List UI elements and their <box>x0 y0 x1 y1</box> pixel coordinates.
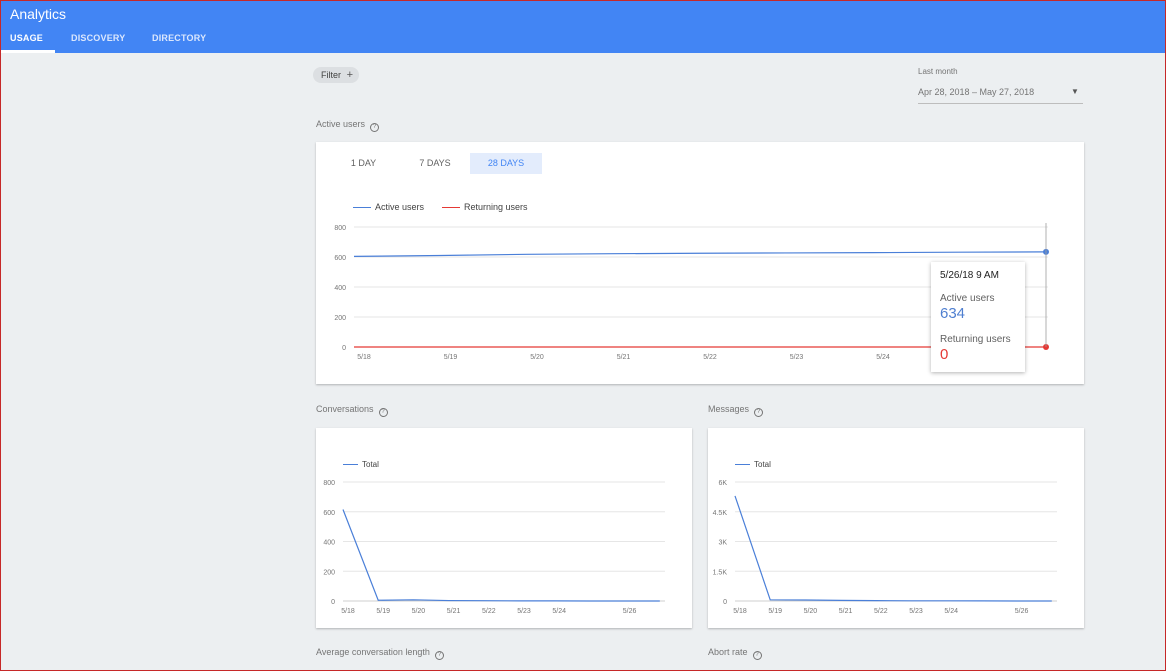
x-tick-label: 5/24 <box>876 354 890 361</box>
x-tick-label: 5/20 <box>804 608 818 615</box>
y-tick-label: 400 <box>323 540 335 547</box>
abort-rate-title: Abort rate <box>708 647 748 657</box>
y-tick-label: 3K <box>718 540 727 547</box>
x-tick-label: 5/23 <box>909 608 923 615</box>
tab-discovery[interactable]: DISCOVERY <box>71 33 125 53</box>
y-tick-label: 0 <box>342 345 346 352</box>
help-icon[interactable]: ? <box>754 408 764 417</box>
x-tick-label: 5/19 <box>444 354 458 361</box>
chart-tooltip: 5/26/18 9 AM Active users 634 Returning … <box>931 262 1025 372</box>
help-icon[interactable]: ? <box>434 651 444 660</box>
x-tick-label: 5/21 <box>447 608 461 615</box>
tooltip-active-value: 634 <box>940 305 966 322</box>
active-tab-indicator <box>0 50 55 53</box>
x-tick-label: 5/21 <box>617 354 631 361</box>
help-icon[interactable]: ? <box>378 408 388 417</box>
x-tick-label: 5/18 <box>341 608 355 615</box>
x-tick-label: 5/24 <box>944 608 958 615</box>
help-icon[interactable]: ? <box>752 651 762 660</box>
messages-card: Total 0 1.5K 3K 4.5K 6K 5/18 5/19 5/20 5/21 5/22 5… <box>708 428 1084 628</box>
series-line-primary <box>342 509 660 602</box>
y-tick-label: 800 <box>323 480 335 487</box>
x-tick-label: 5/20 <box>530 354 544 361</box>
x-tick-label: 5/24 <box>552 608 566 615</box>
plus-icon: + <box>346 69 353 81</box>
date-range-select[interactable]: Apr 28, 2018 – May 27, 2018 <box>918 87 1034 97</box>
x-tick-label: 5/23 <box>790 354 804 361</box>
y-tick-label: 0 <box>723 599 727 606</box>
y-tick-label: 600 <box>323 510 335 517</box>
x-tick-label: 5/22 <box>703 354 717 361</box>
y-tick-label: 200 <box>323 569 335 576</box>
filter-chip[interactable]: Filter + <box>313 67 359 83</box>
y-tick-label: 600 <box>334 255 346 262</box>
y-tick-label: 1.5K <box>713 569 728 576</box>
messages-section-title: Messages? <box>708 404 764 417</box>
tab-directory[interactable]: DIRECTORY <box>152 33 206 53</box>
messages-title: Messages <box>708 404 750 414</box>
x-tick-label: 5/26 <box>1015 608 1029 615</box>
x-tick-label: 5/18 <box>733 608 747 615</box>
tooltip-active-label: Active users <box>940 293 995 304</box>
tooltip-returning-label: Returning users <box>940 334 1011 345</box>
x-tick-label: 5/22 <box>482 608 496 615</box>
tooltip-date: 5/26/18 9 AM <box>940 270 999 281</box>
conversations-title: Conversations <box>316 404 374 414</box>
y-tick-label: 800 <box>334 225 346 232</box>
help-icon[interactable]: ? <box>370 123 380 132</box>
active-users-title: Active users <box>316 119 366 129</box>
conversations-section-title: Conversations? <box>316 404 388 417</box>
y-tick-label: 400 <box>334 285 346 292</box>
series-line-primary <box>353 251 1047 257</box>
x-tick-label: 5/26 <box>623 608 637 615</box>
caret-down-icon[interactable]: ▼ <box>1071 87 1079 96</box>
app-title: Analytics <box>10 6 67 22</box>
y-tick-label: 6K <box>718 480 727 487</box>
x-tick-label: 5/23 <box>517 608 531 615</box>
y-tick-label: 4.5K <box>713 510 728 517</box>
x-tick-label: 5/22 <box>874 608 888 615</box>
active-users-section-title: Active users? <box>316 119 380 132</box>
avg-conversation-length-section-title: Average conversation length? <box>316 647 444 660</box>
tooltip-returning-value: 0 <box>940 346 949 363</box>
date-range-label: Last month <box>918 67 958 76</box>
date-range-underline <box>918 103 1083 104</box>
app-bar: Analytics USAGE DISCOVERY DIRECTORY <box>0 0 1166 53</box>
x-tick-label: 5/19 <box>768 608 782 615</box>
filter-label: Filter <box>321 70 341 80</box>
messages-chart: 0 1.5K 3K 4.5K 6K 5/18 5/19 5/20 5/21 5/22 5/23 5/2… <box>713 480 1057 615</box>
x-tick-label: 5/20 <box>412 608 426 615</box>
x-tick-label: 5/19 <box>376 608 390 615</box>
y-tick-label: 200 <box>334 315 346 322</box>
abort-rate-section-title: Abort rate? <box>708 647 762 660</box>
y-tick-label: 0 <box>331 599 335 606</box>
x-tick-label: 5/18 <box>357 354 371 361</box>
avg-conversation-length-title: Average conversation length <box>316 647 430 657</box>
conversations-card: Total 0 200 400 600 800 5/18 5/19 5/20 5/21 5/22 5… <box>316 428 692 628</box>
x-tick-label: 5/21 <box>839 608 853 615</box>
conversations-chart: 0 200 400 600 800 5/18 5/19 5/20 5/21 5/22 5/23 5/2… <box>323 480 665 615</box>
